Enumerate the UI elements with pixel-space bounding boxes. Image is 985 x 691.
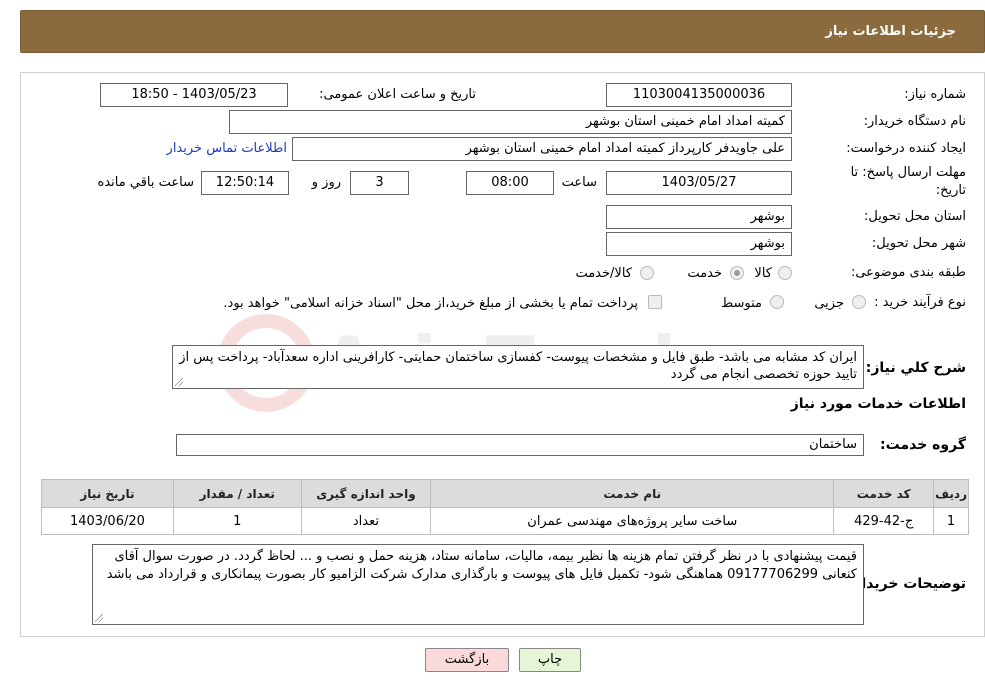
cell-quantity: 1: [172, 507, 302, 535]
cell-unit: تعداد: [300, 507, 432, 535]
process-minor-label: جزیی: [814, 296, 844, 311]
need-number-label: شماره نیاز:: [904, 87, 966, 102]
summary-textarea[interactable]: ایران کد مشابه می باشد- طبق فایل و مشخصا…: [172, 345, 864, 389]
col-header-row-number: ردیف: [933, 479, 969, 508]
deadline-label: مهلت ارسال پاسخ: تا: [850, 165, 966, 180]
services-section-title: اطلاعات خدمات مورد نیاز: [790, 396, 966, 412]
page-title: جزئیات اطلاعات نیاز: [825, 24, 956, 39]
service-group-label: گروه خدمت:: [880, 437, 966, 453]
delivery-city-label: شهر محل تحویل:: [871, 236, 966, 251]
treasury-payment-label: پرداخت تمام یا بخشی از مبلغ خرید،از محل …: [223, 296, 638, 311]
announce-field: 1403/05/23 - 18:50: [100, 83, 288, 107]
summary-label: شرح کلي نياز:: [865, 360, 966, 376]
category-radio-goods-service[interactable]: [640, 266, 654, 280]
need-number-field: 1103004135000036: [606, 83, 792, 107]
deadline-time-field: 08:00: [466, 171, 554, 195]
days-label: روز و: [311, 175, 341, 190]
buyer-org-label: نام دستگاه خریدار:: [863, 114, 966, 129]
buyer-notes-label: توضیحات خریدار:: [847, 576, 966, 592]
resize-handle-icon[interactable]: [95, 614, 103, 622]
buyer-notes-textarea[interactable]: قیمت پیشنهادی با در نظر گرفتن تمام هزینه…: [92, 544, 864, 625]
category-radio-service[interactable]: [730, 266, 744, 280]
days-field: 3: [350, 171, 409, 195]
category-goods-label: کالا: [754, 266, 772, 281]
process-medium-label: متوسط: [721, 296, 762, 311]
category-goods-service-label: کالا/خدمت: [575, 266, 632, 281]
process-radio-medium[interactable]: [770, 295, 784, 309]
page-header: جزئیات اطلاعات نیاز: [20, 10, 985, 53]
cell-service-name: ساخت سایر پروژه‌های مهندسی عمران: [430, 507, 835, 535]
col-header-service-name: نام خدمت: [430, 479, 835, 508]
creator-label: ایجاد کننده درخواست:: [846, 141, 966, 156]
category-service-label: خدمت: [687, 266, 722, 281]
creator-field: علی جاویدفر کارپرداز کمیته امداد امام خم…: [292, 137, 792, 161]
buyer-org-field: کمیته امداد امام خمینی استان بوشهر: [229, 110, 792, 134]
print-button[interactable]: چاپ: [519, 648, 581, 672]
cell-service-code: ج-42-429: [833, 507, 935, 535]
cell-row-number: 1: [933, 507, 969, 535]
back-button[interactable]: بازگشت: [425, 648, 509, 672]
col-header-need-date: تاریخ نیاز: [41, 479, 174, 508]
table-row: 1 ج-42-429 ساخت سایر پروژه‌های مهندسی عم…: [41, 507, 969, 535]
treasury-checkbox[interactable]: [648, 295, 662, 309]
deadline-date-field: 1403/05/27: [606, 171, 792, 195]
process-label: نوع فرآیند خرید :: [874, 295, 966, 310]
summary-text: ایران کد مشابه می باشد- طبق فایل و مشخصا…: [179, 350, 857, 382]
category-label: طبقه بندی موضوعی:: [850, 265, 966, 280]
deadline-label-date: تاریخ:: [935, 183, 966, 198]
delivery-city-field: بوشهر: [606, 232, 792, 256]
delivery-province-label: استان محل تحویل:: [864, 209, 966, 224]
announce-label: تاریخ و ساعت اعلان عمومی:: [319, 87, 476, 102]
resize-handle-icon[interactable]: [175, 378, 183, 386]
remaining-time-label: ساعت باقي مانده: [97, 175, 194, 190]
col-header-unit: واحد اندازه گیری: [300, 479, 432, 508]
buyer-notes-text: قیمت پیشنهادی با در نظر گرفتن تمام هزینه…: [106, 549, 857, 582]
cell-need-date: 1403/06/20: [41, 507, 174, 535]
services-table: ردیف کد خدمت نام خدمت واحد اندازه گیری ت…: [41, 479, 969, 535]
category-radio-goods[interactable]: [778, 266, 792, 280]
details-panel: AriaTender.neT شماره نیاز: 1103004135000…: [20, 72, 985, 637]
delivery-province-field: بوشهر: [606, 205, 792, 229]
service-group-field: ساختمان: [176, 434, 864, 456]
buyer-contact-link[interactable]: اطلاعات تماس خریدار: [167, 141, 287, 156]
deadline-time-label: ساعت: [561, 175, 597, 190]
table-header-row: ردیف کد خدمت نام خدمت واحد اندازه گیری ت…: [41, 479, 969, 508]
col-header-service-code: کد خدمت: [833, 479, 935, 508]
process-radio-minor[interactable]: [852, 295, 866, 309]
col-header-quantity: تعداد / مقدار: [172, 479, 302, 508]
remaining-time-field: 12:50:14: [201, 171, 289, 195]
